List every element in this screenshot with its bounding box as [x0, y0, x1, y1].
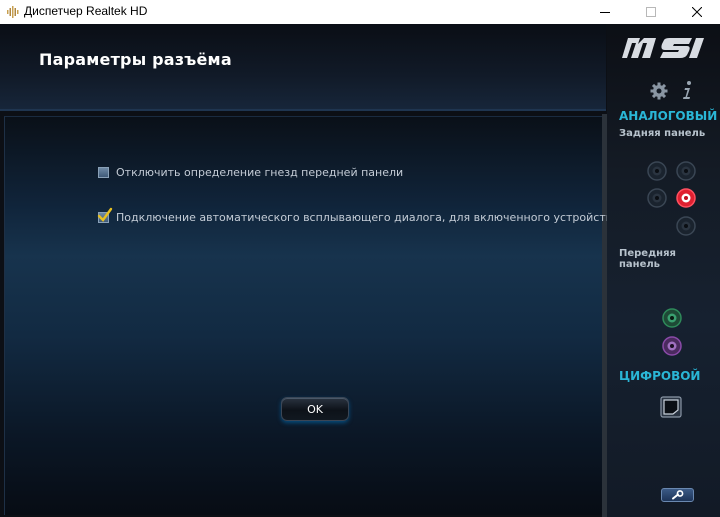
close-icon: [692, 7, 702, 17]
front-jack-purple[interactable]: [662, 336, 682, 356]
rear-jack-5[interactable]: [676, 216, 696, 236]
front-jack-green[interactable]: [662, 308, 682, 328]
window-title: Диспетчер Realtek HD: [24, 4, 148, 18]
msi-logo: [622, 38, 704, 58]
option-auto-popup-dialog[interactable]: Подключение автоматического всплывающего…: [97, 207, 619, 224]
close-button[interactable]: [674, 0, 720, 24]
digital-heading: ЦИФРОВОЙ: [619, 369, 701, 383]
rear-jack-2[interactable]: [676, 161, 696, 181]
analog-heading: АНАЛОГОВЫЙ: [619, 109, 718, 123]
option-label: Отключить определение гнезд передней пан…: [116, 166, 404, 179]
title-bar[interactable]: Диспетчер Realtek HD: [0, 0, 720, 25]
gear-icon[interactable]: [650, 82, 668, 100]
minimize-icon: [600, 12, 610, 13]
front-panel-label: Передняя панель: [619, 248, 676, 270]
rear-jack-1[interactable]: [647, 161, 667, 181]
realtek-speaker-icon: [7, 6, 19, 18]
maximize-icon: [646, 7, 656, 17]
rear-jack-3[interactable]: [647, 188, 667, 208]
info-icon[interactable]: [681, 80, 693, 100]
header-divider: [0, 109, 606, 111]
minimize-button[interactable]: [582, 0, 628, 24]
wrench-icon: [671, 490, 683, 500]
option-disable-front-jack-detection[interactable]: Отключить определение гнезд передней пан…: [98, 166, 403, 179]
spdif-port-icon[interactable]: [660, 396, 682, 418]
checkbox-disable-front-jack-detection[interactable]: [98, 167, 109, 178]
advanced-settings-button[interactable]: [661, 488, 694, 502]
rear-panel-label: Задняя панель: [619, 128, 706, 139]
ok-button[interactable]: OK: [281, 397, 349, 421]
option-label: Подключение автоматического всплывающего…: [116, 211, 619, 224]
checkmark-icon: [97, 207, 113, 222]
maximize-button[interactable]: [628, 0, 674, 24]
rear-jack-active-red[interactable]: [676, 188, 696, 208]
checkbox-auto-popup-dialog[interactable]: [97, 207, 113, 223]
page-title: Параметры разъёма: [39, 50, 232, 69]
